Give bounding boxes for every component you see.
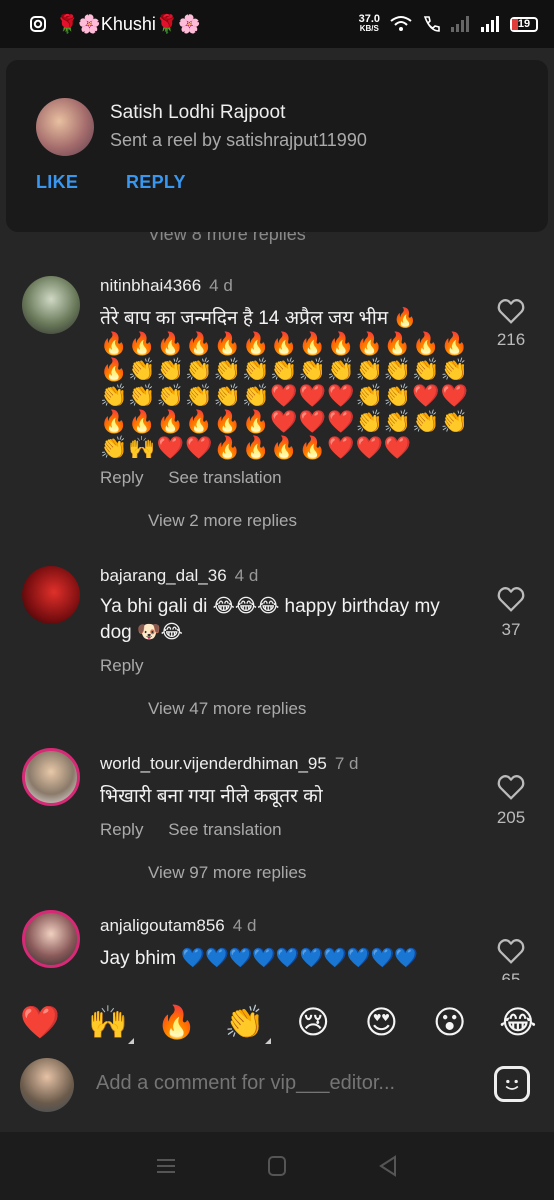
- comment-text: Ya bhi gali di 😂😂😂 happy birthday my dog…: [100, 596, 440, 643]
- back-icon[interactable]: [373, 1155, 403, 1177]
- system-nav-bar: [0, 1132, 554, 1200]
- signal-icon: [451, 16, 469, 32]
- home-icon[interactable]: [262, 1155, 292, 1177]
- comment-composer: ❤️ 🙌 🔥 👏 😢 😍 😮 😂: [0, 980, 554, 1130]
- like-count: 37: [501, 620, 521, 639]
- like-count: 65: [501, 970, 521, 980]
- comment-text: तेरे बाप का जन्मदिन है 14 अप्रैल जय भीम …: [100, 308, 470, 461]
- heart-outline-icon[interactable]: [496, 296, 526, 326]
- heart-outline-icon[interactable]: [496, 936, 526, 966]
- avatar[interactable]: [22, 276, 80, 334]
- reaction-laugh[interactable]: 😂: [496, 1000, 540, 1044]
- comment-username[interactable]: nitinbhai4366 4 d: [100, 276, 233, 296]
- network-speed: 37.0 KB/S: [358, 13, 380, 34]
- status-app-label: 🌹🌸Khushi🌹🌸: [56, 13, 201, 34]
- reaction-raised-hands[interactable]: 🙌: [86, 1000, 135, 1044]
- comment-actions: Reply: [100, 656, 163, 676]
- view-more-replies[interactable]: View 47 more replies: [148, 699, 306, 719]
- reaction-surprised[interactable]: 😮: [428, 1000, 472, 1044]
- comment-input-row: [0, 1058, 554, 1114]
- like-button[interactable]: LIKE: [36, 172, 78, 193]
- avatar[interactable]: [22, 566, 80, 624]
- comment-actions: Reply See translation: [100, 820, 302, 840]
- avatar[interactable]: [22, 910, 80, 968]
- wifi-icon: [390, 16, 412, 31]
- like-count: 205: [496, 808, 526, 827]
- instagram-icon: [30, 16, 46, 32]
- comment-username[interactable]: anjaligoutam856 4 d: [100, 916, 256, 936]
- comment-username[interactable]: world_tour.vijenderdhiman_95 7 d: [100, 754, 358, 774]
- reaction-clap[interactable]: 👏: [223, 1000, 271, 1044]
- like-count: 216: [496, 330, 526, 349]
- view-more-replies[interactable]: View 97 more replies: [148, 863, 306, 883]
- signal-icon-2: [481, 16, 499, 32]
- comment-text: Jay bhim 💙💙💙💙💙💙💙💙💙💙: [100, 948, 418, 969]
- reaction-cry[interactable]: 😢: [291, 1000, 335, 1044]
- comment-username[interactable]: bajarang_dal_36 4 d: [100, 566, 258, 586]
- my-avatar: [20, 1058, 74, 1112]
- heart-outline-icon[interactable]: [496, 584, 526, 614]
- notification-avatar: [36, 98, 94, 156]
- reply-link[interactable]: Reply: [100, 656, 143, 675]
- menu-icon[interactable]: [151, 1155, 181, 1177]
- reaction-heart[interactable]: ❤️: [18, 1000, 62, 1044]
- status-bar: 🌹🌸Khushi🌹🌸 37.0 KB/S 19: [0, 0, 554, 48]
- reply-button[interactable]: REPLY: [126, 172, 186, 193]
- avatar[interactable]: [22, 748, 80, 806]
- reply-link[interactable]: Reply: [100, 468, 143, 487]
- reply-link[interactable]: Reply: [100, 820, 143, 839]
- comment-actions: Reply See translation: [100, 468, 302, 488]
- comment-item: anjaligoutam856 4 d Jay bhim 💙💙💙💙💙💙💙💙💙💙 6…: [0, 910, 554, 980]
- heart-outline-icon[interactable]: [496, 772, 526, 802]
- comment-input[interactable]: [96, 1072, 476, 1095]
- notification-sender: Satish Lodhi Rajpoot: [110, 102, 286, 123]
- reaction-fire[interactable]: 🔥: [155, 1000, 199, 1044]
- view-more-replies[interactable]: View 2 more replies: [148, 511, 297, 531]
- quick-reactions: ❤️ 🙌 🔥 👏 😢 😍 😮 😂: [18, 1000, 540, 1044]
- sticker-icon[interactable]: [494, 1066, 530, 1102]
- see-translation-link[interactable]: See translation: [168, 468, 281, 487]
- message-notification[interactable]: Satish Lodhi Rajpoot Sent a reel by sati…: [6, 60, 548, 232]
- comment-text: भिखारी बना गया नीले कबूतर को: [100, 786, 323, 807]
- notification-subtitle: Sent a reel by satishrajput11990: [110, 130, 367, 150]
- battery-indicator: 19: [510, 16, 538, 32]
- wifi-call-icon: [423, 16, 440, 32]
- see-translation-link[interactable]: See translation: [168, 820, 281, 839]
- reaction-heart-eyes[interactable]: 😍: [359, 1000, 403, 1044]
